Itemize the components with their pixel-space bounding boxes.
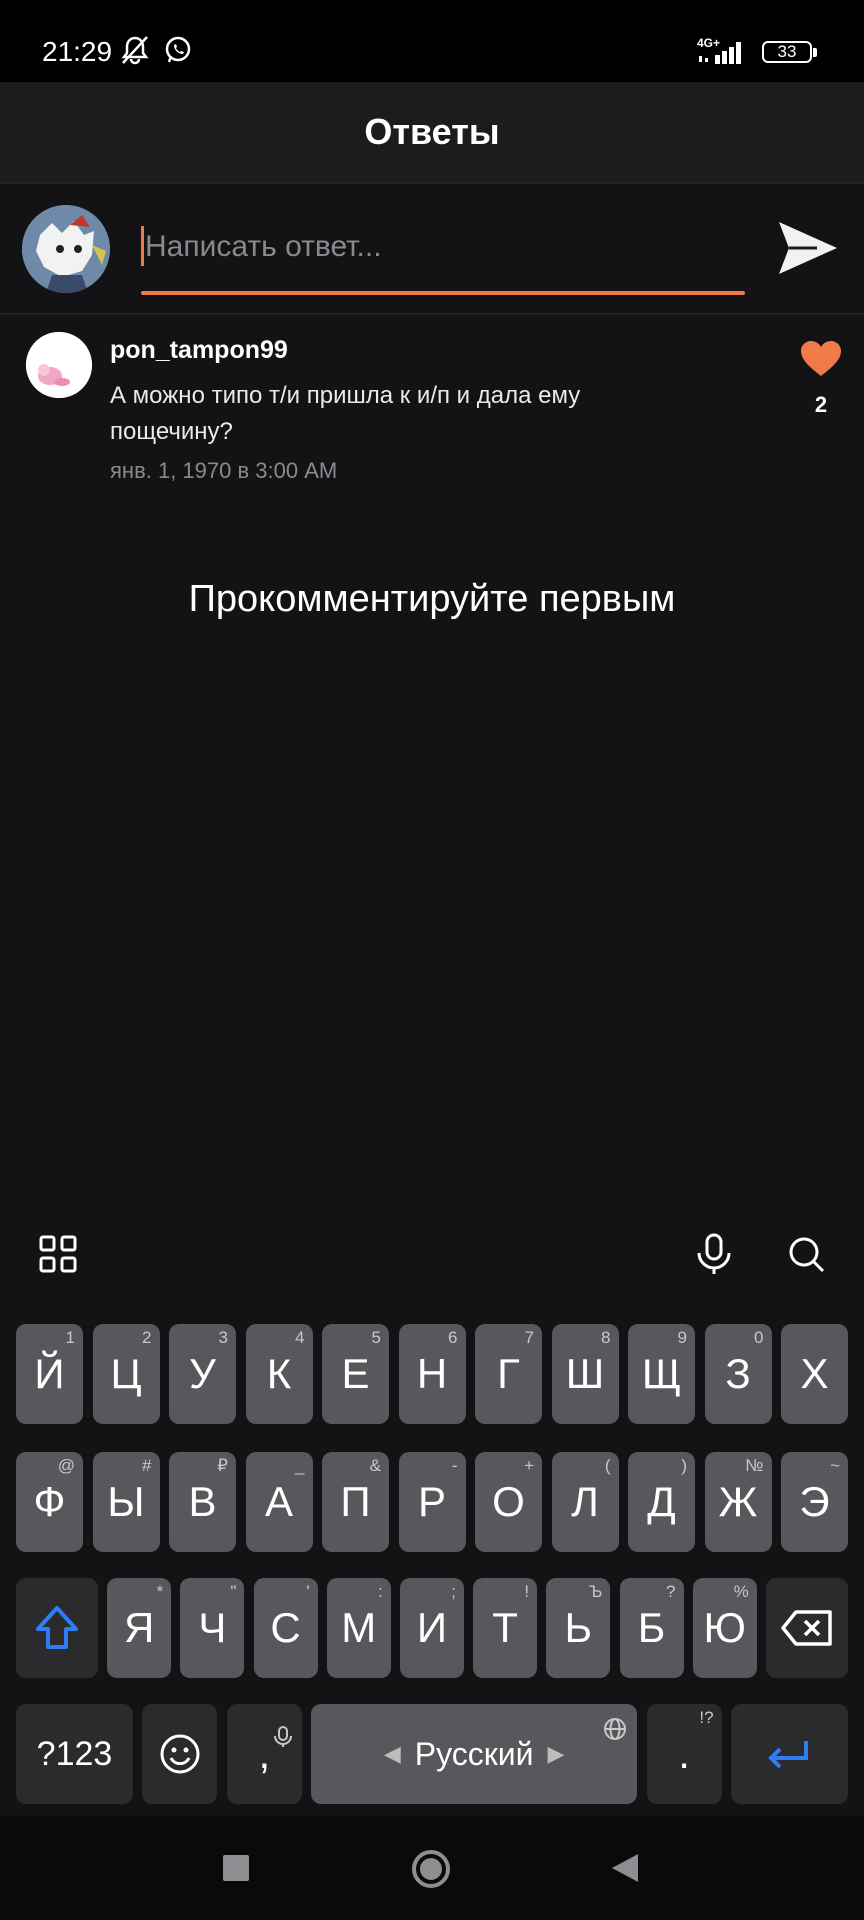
key-к[interactable]: 4К [245, 1324, 313, 1424]
comment-username[interactable]: pon_tampon99 [110, 336, 288, 365]
keyboard-row-2: @ Ф # Ы ₽ В _ А & П -Р + О (Л ) Д № Ж ~ Э [16, 1452, 848, 1552]
key-б[interactable]: ? Б [619, 1578, 684, 1678]
shift-key[interactable] [16, 1578, 98, 1678]
comment-author-avatar[interactable] [26, 332, 92, 398]
space-key[interactable]: ◀ Русский ▶ [311, 1704, 638, 1804]
keyboard-row-4: ?123 , ◀ Русский ▶ !? . [16, 1704, 848, 1804]
backspace-icon [781, 1610, 832, 1646]
comma-key[interactable]: , [226, 1704, 302, 1804]
key-а[interactable]: _ А [245, 1452, 313, 1552]
whatsapp-icon [162, 34, 194, 66]
key-я[interactable]: * Я [107, 1578, 172, 1678]
key-ф[interactable]: @ Ф [16, 1452, 83, 1552]
like-count: 2 [814, 392, 828, 417]
battery-indicator: 33 [762, 41, 812, 63]
text-caret [141, 226, 144, 266]
emoji-key[interactable] [142, 1704, 218, 1804]
key-у[interactable]: 3У [169, 1324, 236, 1424]
key-и[interactable]: ; И [399, 1578, 464, 1678]
key-ш[interactable]: 8Ш [551, 1324, 619, 1424]
compose-divider [0, 313, 864, 315]
key-э[interactable]: ~ Э [781, 1452, 848, 1552]
chevron-left-icon: ◀ [383, 1741, 401, 1766]
battery-level: 33 [777, 42, 797, 61]
key-й[interactable]: 1Й [16, 1324, 83, 1424]
empty-state-message: Прокомментируйте первым [188, 578, 676, 620]
key-д[interactable]: ) Д [628, 1452, 695, 1552]
keyboard-row-3: * Я " Ч ' С :М ; И ! Т ЪЬ ? Б % Ю [16, 1578, 848, 1678]
enter-icon [768, 1741, 809, 1769]
key-р[interactable]: -Р [398, 1452, 466, 1552]
key-щ[interactable]: 9Щ [628, 1324, 695, 1424]
home-button[interactable] [410, 1848, 452, 1895]
status-time: 21:29 [42, 36, 113, 67]
key-ж[interactable]: № Ж [704, 1452, 772, 1552]
comment-text: А можно типо т/и пришла к и/п и дала ему… [110, 382, 581, 445]
key-х[interactable]: Х [781, 1324, 848, 1424]
reply-input[interactable] [141, 222, 747, 272]
mute-notifications-icon [118, 34, 152, 66]
key-с[interactable]: ' С [253, 1578, 318, 1678]
current-user-avatar[interactable] [22, 205, 110, 293]
square-icon [223, 1855, 249, 1881]
voice-input-button[interactable] [686, 1226, 742, 1282]
microphone-icon [697, 1233, 731, 1274]
language-switch-icon [603, 1712, 627, 1749]
keyboard-apps-button[interactable] [30, 1226, 86, 1282]
key-л[interactable]: (Л [551, 1452, 619, 1552]
key-м[interactable]: :М [326, 1578, 391, 1678]
back-button[interactable] [610, 1852, 640, 1889]
recent-apps-button[interactable] [222, 1854, 250, 1887]
page-title: Ответы [364, 111, 500, 152]
key-ч[interactable]: " Ч [180, 1578, 245, 1678]
like-button[interactable] [796, 336, 846, 382]
grid-icon [39, 1235, 77, 1273]
home-circle-icon [412, 1850, 450, 1888]
key-е[interactable]: 5Е [322, 1324, 389, 1424]
back-triangle-icon [612, 1854, 638, 1882]
key-о[interactable]: + О [475, 1452, 542, 1552]
mic-hint-icon [273, 1710, 292, 1758]
period-key[interactable]: !? . [646, 1704, 722, 1804]
signal-icon [697, 40, 751, 71]
shift-icon [36, 1606, 78, 1649]
key-з[interactable]: 0З [704, 1324, 772, 1424]
app-header: Ответы [0, 82, 864, 182]
battery-tip [813, 48, 817, 57]
key-ь[interactable]: ЪЬ [546, 1578, 611, 1678]
backspace-key[interactable] [765, 1578, 848, 1678]
send-button[interactable] [772, 212, 844, 284]
key-ю[interactable]: % Ю [692, 1578, 757, 1678]
keyboard-search-button[interactable] [778, 1226, 834, 1282]
key-н[interactable]: 6Н [398, 1324, 466, 1424]
enter-key[interactable] [730, 1704, 848, 1804]
search-icon [789, 1237, 825, 1273]
emoji-icon [160, 1734, 200, 1774]
reply-input-underline [141, 291, 745, 295]
keyboard-row-1: 1Й 2Ц 3У 4К 5Е 6Н 7Г 8Ш 9Щ 0З Х [16, 1324, 848, 1424]
key-т[interactable]: ! Т [473, 1578, 538, 1678]
key-в[interactable]: ₽ В [169, 1452, 236, 1552]
key-ы[interactable]: # Ы [92, 1452, 160, 1552]
key-г[interactable]: 7Г [475, 1324, 542, 1424]
symbols-key[interactable]: ?123 [16, 1704, 133, 1804]
send-icon [779, 222, 837, 274]
chevron-right-icon: ▶ [547, 1741, 565, 1766]
key-ц[interactable]: 2Ц [92, 1324, 160, 1424]
header-divider [0, 182, 864, 184]
comment-date: янв. 1, 1970 в 3:00 AM [110, 458, 338, 483]
heart-icon [801, 341, 841, 376]
key-п[interactable]: & П [322, 1452, 389, 1552]
